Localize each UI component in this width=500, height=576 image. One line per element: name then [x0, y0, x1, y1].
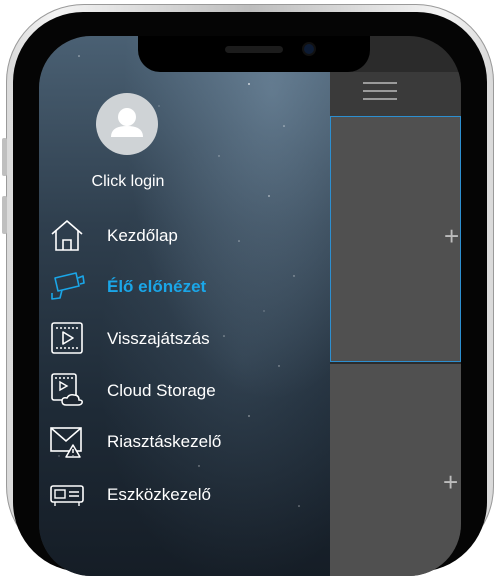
phone-side-button	[2, 138, 7, 176]
menu-item-alarm-management[interactable]: Riasztáskezelő	[49, 423, 319, 461]
menu-item-label: Kezdőlap	[107, 226, 178, 245]
menu-item-label: Élő előnézet	[107, 277, 207, 296]
home-icon	[51, 220, 83, 251]
navigation-drawer: Click login Kezdőlap Élő előnézet Vissza…	[39, 36, 330, 576]
menu-item-label: Riasztáskezelő	[107, 432, 222, 451]
front-camera	[304, 44, 314, 54]
menu-item-label: Visszajátszás	[107, 329, 210, 348]
preview-window[interactable]: +	[330, 364, 461, 576]
phone-side-button	[2, 196, 7, 234]
speaker-grille	[225, 46, 283, 53]
playback-icon	[51, 322, 83, 354]
phone-screen: Click login Kezdőlap Élő előnézet Vissza…	[39, 36, 461, 576]
device-icon	[50, 485, 84, 506]
hamburger-menu-icon[interactable]	[363, 78, 397, 104]
add-device-button[interactable]: +	[443, 467, 458, 498]
menu-item-home[interactable]: Kezdőlap	[49, 217, 319, 255]
menu-item-live-preview[interactable]: Élő előnézet	[49, 268, 319, 306]
menu-item-cloud-storage[interactable]: Cloud Storage	[49, 372, 319, 410]
menu-item-device-management[interactable]: Eszközkezelő	[49, 476, 319, 514]
alarm-icon	[50, 427, 82, 458]
preview-window-selected[interactable]: +	[330, 116, 461, 362]
camera-icon	[51, 272, 85, 300]
login-link[interactable]: Click login	[39, 173, 217, 191]
avatar[interactable]	[96, 93, 158, 155]
main-top-bar	[330, 72, 461, 116]
menu-item-label: Eszközkezelő	[107, 485, 211, 504]
cloud-storage-icon	[51, 373, 83, 406]
add-device-button[interactable]: +	[444, 221, 459, 252]
phone-notch	[138, 36, 370, 72]
menu-item-label: Cloud Storage	[107, 381, 216, 400]
user-icon	[111, 108, 143, 137]
menu-item-playback[interactable]: Visszajátszás	[49, 320, 319, 358]
